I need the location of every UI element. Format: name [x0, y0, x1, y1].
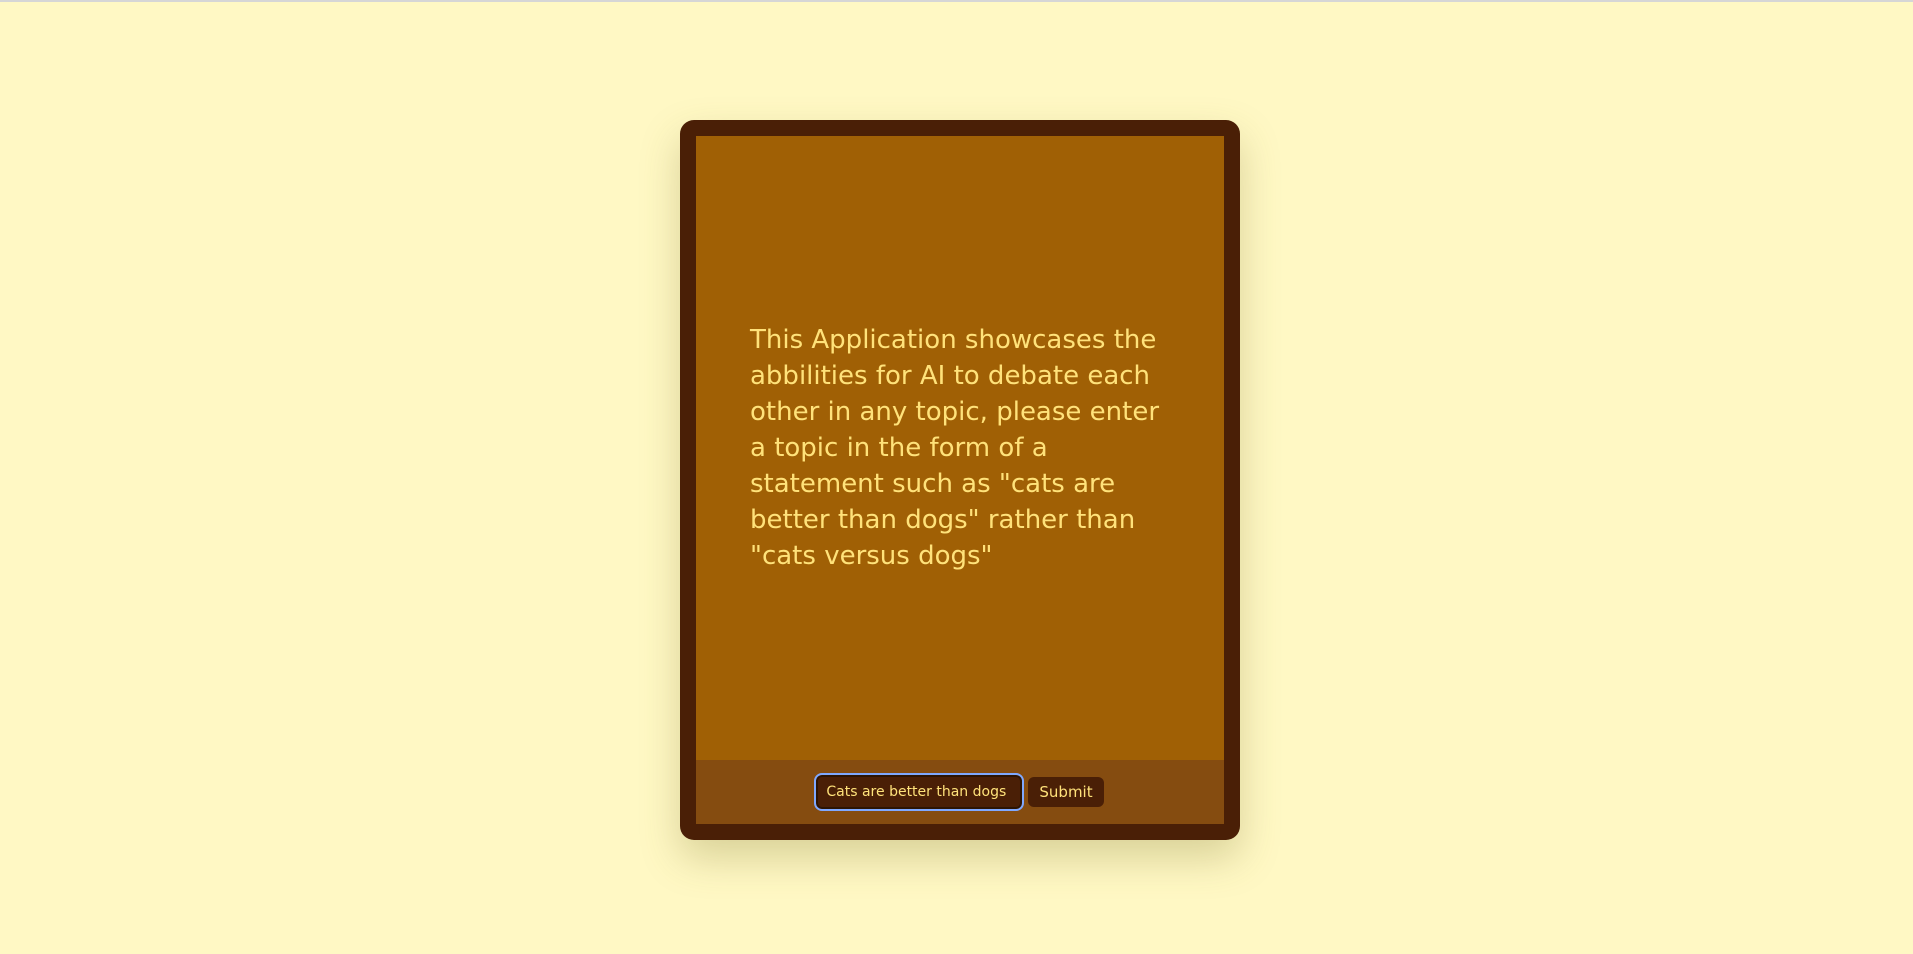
browser-top-border — [0, 0, 1913, 2]
message-area: This Application showcases the abbilitie… — [696, 136, 1224, 760]
submit-button[interactable]: Submit — [1028, 777, 1104, 807]
topic-input-bar: Submit — [696, 760, 1224, 824]
debate-app-frame: This Application showcases the abbilitie… — [680, 120, 1240, 840]
topic-input[interactable] — [814, 773, 1025, 811]
intro-message: This Application showcases the abbilitie… — [750, 325, 1160, 571]
debate-screen: This Application showcases the abbilitie… — [696, 136, 1224, 824]
